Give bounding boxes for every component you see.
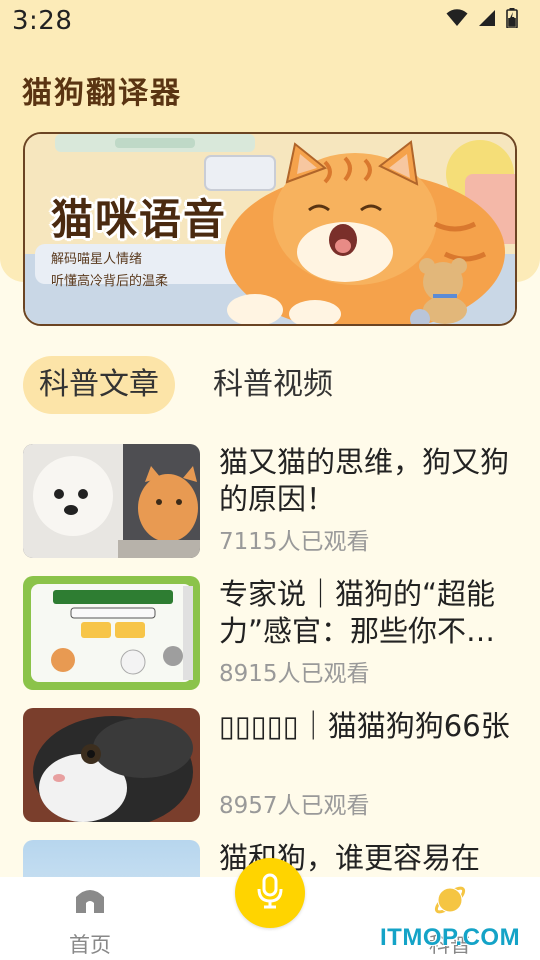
tab-science-videos[interactable]: 科普视频: [197, 356, 349, 414]
article-views: 7115人已观看: [219, 529, 370, 555]
article-title: ▯▯▯▯▯｜猫猫狗狗66张: [219, 709, 510, 743]
article-title: 专家说｜猫狗的“超能力”感官：那些你不知道的秘密: [219, 577, 496, 648]
screen: 3:28 猫狗翻译器 猫咪语音 解码喵星人情绪 听懂高冷背后的温柔 科普文章 科…: [0, 0, 540, 960]
watermark: ITMOP.COM: [380, 924, 521, 951]
content-tabs: 科普文章 科普视频: [23, 356, 349, 414]
article-views: 8957人已观看: [219, 793, 370, 819]
planet-icon: [433, 883, 467, 921]
list-item[interactable]: ▯▯▯▯▯｜猫猫狗狗66张 8957人已观看: [23, 708, 517, 840]
article-thumbnail: [23, 444, 200, 558]
article-title: 猫又猫的思维，狗又狗的原因！: [219, 445, 510, 516]
signal-icon: [478, 9, 496, 27]
nav-home-label: 首页: [69, 933, 111, 957]
banner-subtitle-line2: 听懂高冷背后的温柔: [51, 274, 169, 289]
article-thumbnail: [23, 576, 200, 690]
tab-science-articles[interactable]: 科普文章: [23, 356, 175, 414]
status-bar: 3:28: [0, 0, 540, 44]
article-views: 8915人已观看: [219, 661, 370, 687]
cat-voice-banner[interactable]: 猫咪语音 解码喵星人情绪 听懂高冷背后的温柔: [23, 132, 517, 326]
status-time: 3:28: [12, 6, 73, 36]
article-info: 专家说｜猫狗的“超能力”感官：那些你不知道的秘密 8915人已观看: [219, 576, 517, 690]
wifi-icon: [446, 9, 468, 27]
list-item[interactable]: 专家说｜猫狗的“超能力”感官：那些你不知道的秘密 8915人已观看: [23, 576, 517, 708]
microphone-button[interactable]: [235, 858, 305, 928]
article-thumbnail: [23, 708, 200, 822]
microphone-icon: [255, 873, 285, 913]
home-icon: [73, 883, 107, 919]
banner-title: 猫咪语音: [51, 195, 228, 244]
list-item[interactable]: 猫又猫的思维，狗又狗的原因！ 7115人已观看: [23, 444, 517, 576]
status-icons: [446, 8, 518, 28]
article-info: ▯▯▯▯▯｜猫猫狗狗66张 8957人已观看: [219, 708, 517, 822]
nav-home[interactable]: 首页: [30, 877, 150, 960]
app-title: 猫狗翻译器: [22, 76, 182, 111]
banner-subtitle-line1: 解码喵星人情绪: [51, 252, 143, 267]
article-info: 猫又猫的思维，狗又狗的原因！ 7115人已观看: [219, 444, 517, 558]
battery-charging-icon: [506, 8, 518, 28]
